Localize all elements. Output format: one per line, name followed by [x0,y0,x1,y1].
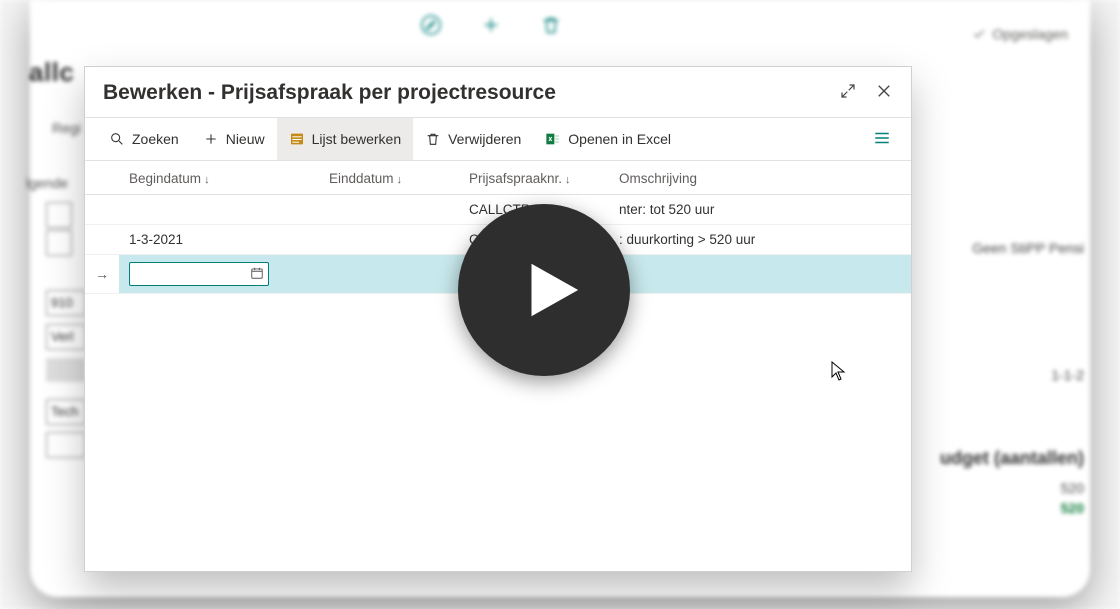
bg-budget-heading: udget (aantallen) [940,448,1084,469]
cell-begin[interactable]: 1-3-2021 [119,225,279,255]
row-indicator-icon: → [95,266,109,282]
col-gutter [85,161,119,195]
dialog-title: Bewerken - Prijsafspraak per projectreso… [103,81,556,105]
dialog-header: Bewerken - Prijsafspraak per projectreso… [85,67,911,117]
bg-page-title: allc [29,57,74,88]
list-view-icon[interactable] [865,129,899,150]
new-button[interactable]: Nieuw [191,118,277,160]
expand-icon[interactable] [839,82,857,105]
bg-input-verl[interactable]: Verl [46,324,86,350]
close-icon[interactable] [875,82,893,105]
cell-eind[interactable] [319,195,459,225]
bg-label-lgende: lgende [26,175,68,191]
search-button[interactable]: Zoeken [97,118,191,160]
play-button[interactable] [458,204,630,376]
edit-list-button[interactable]: Lijst bewerken [277,118,414,160]
col-omschrijving[interactable]: Omschrijving [609,161,911,195]
bg-toolbar [420,14,562,41]
delete-button[interactable]: Verwijderen [413,118,533,160]
bg-input-blank[interactable] [46,432,86,458]
plus-icon[interactable] [480,14,502,41]
col-begindatum[interactable]: Begindatum↓ [119,161,279,195]
trash-icon[interactable] [540,14,562,41]
play-icon [514,255,584,325]
bg-v2: 520 [1061,500,1084,516]
col-prijsafspraaknr[interactable]: Prijsafspraaknr.↓ [459,161,609,195]
cell-eind[interactable] [319,255,459,294]
calendar-icon[interactable] [250,266,264,283]
open-excel-button[interactable]: Openen in Excel [533,118,683,160]
cell-omsch[interactable] [609,255,911,294]
bg-v1: 520 [1061,480,1084,496]
bg-label-regi: Regi [52,120,81,136]
col-einddatum[interactable]: Einddatum↓ [319,161,459,195]
bg-input-2[interactable] [46,230,72,256]
bg-stipp: Geen StiPP Pensi [972,240,1084,256]
cell-omsch[interactable]: nter: tot 520 uur [609,195,911,225]
saved-status: Opgeslagen [972,26,1068,42]
cell-omsch[interactable]: : duurkorting > 520 uur [609,225,911,255]
bg-grey-block [46,358,86,382]
dialog-toolbar: Zoeken Nieuw Lijst bewerken Verwijderen … [85,117,911,161]
pencil-icon[interactable] [420,14,442,41]
cell-begin[interactable] [119,195,279,225]
col-options [279,161,319,195]
bg-input-tech[interactable]: Tech [46,399,86,425]
bg-date: 1-1-2 [1051,367,1084,383]
cell-eind[interactable] [319,225,459,255]
bg-input-910[interactable]: 910 [46,290,86,316]
bg-input-1[interactable] [46,202,72,228]
cell-begin-input[interactable] [119,255,279,294]
